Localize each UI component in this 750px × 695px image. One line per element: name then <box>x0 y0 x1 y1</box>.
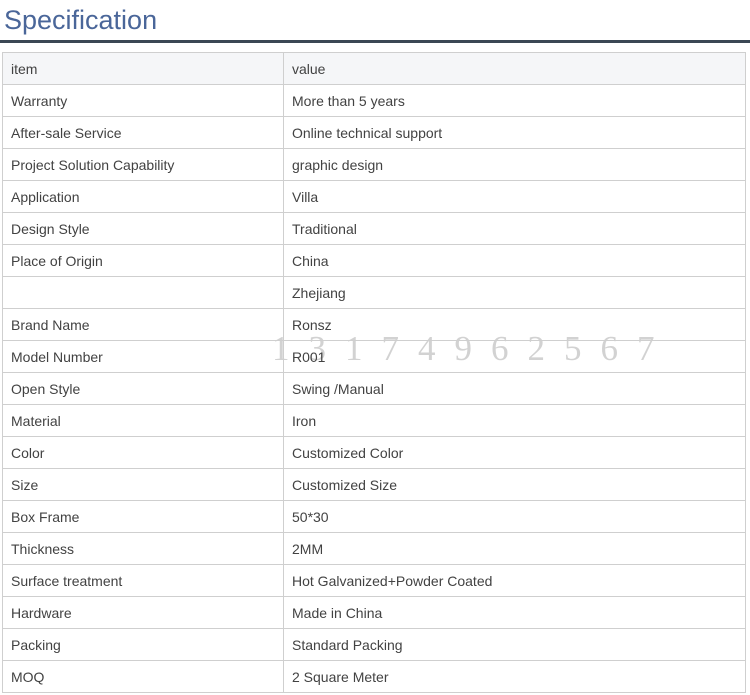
table-body: Warranty More than 5 years After-sale Se… <box>3 85 746 693</box>
spec-item-cell: Hardware <box>3 597 284 629</box>
table-row: Box Frame 50*30 <box>3 501 746 533</box>
spec-value-cell: Hot Galvanized+Powder Coated <box>284 565 746 597</box>
spec-item-cell: Project Solution Capability <box>3 149 284 181</box>
spec-item-cell: Application <box>3 181 284 213</box>
spec-value-cell: Zhejiang <box>284 277 746 309</box>
spec-item-cell: Warranty <box>3 85 284 117</box>
spec-item-cell: Thickness <box>3 533 284 565</box>
section-title: Specification <box>0 0 750 38</box>
spec-value-cell: 50*30 <box>284 501 746 533</box>
title-underline <box>0 40 750 43</box>
table-row: MOQ 2 Square Meter <box>3 661 746 693</box>
spec-value-cell: 2 Square Meter <box>284 661 746 693</box>
spec-item-cell: Material <box>3 405 284 437</box>
spec-value-cell: Ronsz <box>284 309 746 341</box>
spec-item-cell: Model Number <box>3 341 284 373</box>
spec-item-cell: Design Style <box>3 213 284 245</box>
table-header-row: item value <box>3 53 746 85</box>
spec-value-cell: Standard Packing <box>284 629 746 661</box>
spec-item-cell: MOQ <box>3 661 284 693</box>
spec-value-cell: Swing /Manual <box>284 373 746 405</box>
spec-value-cell: Customized Color <box>284 437 746 469</box>
spec-value-cell: Customized Size <box>284 469 746 501</box>
table-row: Model Number R001 <box>3 341 746 373</box>
spec-item-cell: Open Style <box>3 373 284 405</box>
table-header: item value <box>3 53 746 85</box>
table-row: Material Iron <box>3 405 746 437</box>
table-row: Place of Origin China <box>3 245 746 277</box>
specification-table: item value Warranty More than 5 years Af… <box>2 52 746 693</box>
spec-item-cell: Size <box>3 469 284 501</box>
spec-item-cell: Packing <box>3 629 284 661</box>
spec-item-cell: Color <box>3 437 284 469</box>
spec-item-cell: Box Frame <box>3 501 284 533</box>
table-row: Surface treatment Hot Galvanized+Powder … <box>3 565 746 597</box>
spec-item-cell <box>3 277 284 309</box>
spec-value-cell: Online technical support <box>284 117 746 149</box>
spec-value-cell: Traditional <box>284 213 746 245</box>
table-row: Color Customized Color <box>3 437 746 469</box>
table-row: Open Style Swing /Manual <box>3 373 746 405</box>
spec-value-cell: Villa <box>284 181 746 213</box>
table-row: Design Style Traditional <box>3 213 746 245</box>
spec-value-cell: Iron <box>284 405 746 437</box>
spec-value-cell: R001 <box>284 341 746 373</box>
spec-value-cell: 2MM <box>284 533 746 565</box>
table-row: Hardware Made in China <box>3 597 746 629</box>
spec-value-cell: Made in China <box>284 597 746 629</box>
table-row: Brand Name Ronsz <box>3 309 746 341</box>
spec-value-cell: China <box>284 245 746 277</box>
specification-section: Specification 13174962567 item value War… <box>0 0 750 695</box>
table-row: Packing Standard Packing <box>3 629 746 661</box>
column-header-value: value <box>284 53 746 85</box>
spec-value-cell: graphic design <box>284 149 746 181</box>
spec-item-cell: Place of Origin <box>3 245 284 277</box>
table-row: Project Solution Capability graphic desi… <box>3 149 746 181</box>
spec-item-cell: After-sale Service <box>3 117 284 149</box>
table-row: Zhejiang <box>3 277 746 309</box>
table-row: Application Villa <box>3 181 746 213</box>
table-row: Thickness 2MM <box>3 533 746 565</box>
spec-item-cell: Brand Name <box>3 309 284 341</box>
spec-item-cell: Surface treatment <box>3 565 284 597</box>
table-row: Warranty More than 5 years <box>3 85 746 117</box>
table-row: After-sale Service Online technical supp… <box>3 117 746 149</box>
table-row: Size Customized Size <box>3 469 746 501</box>
spec-value-cell: More than 5 years <box>284 85 746 117</box>
column-header-item: item <box>3 53 284 85</box>
